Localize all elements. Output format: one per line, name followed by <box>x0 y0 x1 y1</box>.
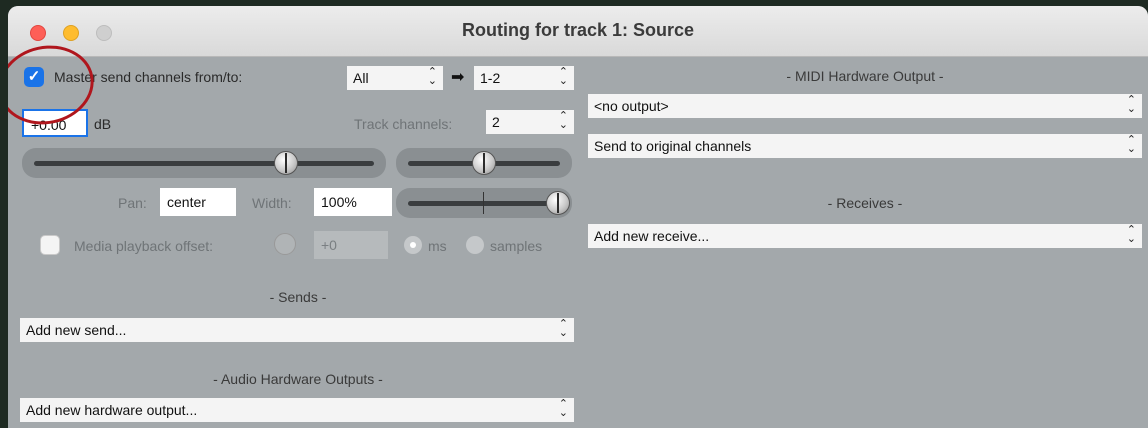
midi-hw-output-header: - MIDI Hardware Output - <box>786 68 944 84</box>
master-send-from-select[interactable]: All ⌃ ⌄ <box>347 66 443 90</box>
routing-window: Routing for track 1: Source ✓ Master sen… <box>8 6 1148 428</box>
add-send-value: Add new send... <box>26 322 127 338</box>
updown-chevron-icon: ⌃ ⌄ <box>558 318 568 339</box>
midi-channels-select[interactable]: Send to original channels ⌃ ⌄ <box>588 134 1142 158</box>
volume-fader-knob[interactable] <box>274 151 298 175</box>
samples-radio[interactable] <box>466 236 484 254</box>
updown-chevron-icon: ⌃ ⌄ <box>558 398 568 419</box>
pan-field[interactable]: center <box>160 188 236 216</box>
midi-output-select[interactable]: <no output> ⌃ ⌄ <box>588 94 1142 118</box>
ms-label: ms <box>428 238 447 254</box>
width-fader[interactable] <box>396 188 572 218</box>
master-send-to-select[interactable]: 1-2 ⌃ ⌄ <box>474 66 574 90</box>
arrow-right-icon: ➡ <box>451 69 465 86</box>
updown-chevron-icon: ⌃ ⌄ <box>558 110 568 131</box>
width-label: Width: <box>252 195 292 211</box>
add-receive-value: Add new receive... <box>594 228 710 244</box>
receives-header: - Receives - <box>827 195 903 211</box>
add-send-select[interactable]: Add new send... ⌃ ⌄ <box>20 318 574 342</box>
midi-output-value: <no output> <box>594 98 669 114</box>
updown-chevron-icon: ⌃ ⌄ <box>1126 134 1136 155</box>
track-channels-select[interactable]: 2 ⌃ ⌄ <box>486 110 574 134</box>
width-center-tick <box>483 192 484 214</box>
add-hw-output-value: Add new hardware output... <box>26 402 198 418</box>
track-channels-label: Track channels: <box>354 116 453 132</box>
midi-channels-value: Send to original channels <box>594 138 752 154</box>
volume-fader[interactable] <box>22 148 386 178</box>
media-offset-checkbox[interactable] <box>40 235 60 255</box>
ms-radio[interactable] <box>404 236 422 254</box>
media-offset-label: Media playback offset: <box>74 238 214 254</box>
pan-fader[interactable] <box>396 148 572 178</box>
samples-label: samples <box>490 238 543 254</box>
sends-header: - Sends - <box>269 289 327 305</box>
volume-unit: dB <box>94 116 112 132</box>
master-send-from-value: All <box>353 70 369 86</box>
window-title: Routing for track 1: Source <box>461 20 695 40</box>
width-field[interactable]: 100% <box>314 188 392 216</box>
track-channels-value: 2 <box>492 114 500 130</box>
pan-label: Pan: <box>118 195 147 211</box>
audio-hw-outputs-header: - Audio Hardware Outputs - <box>213 371 383 387</box>
updown-chevron-icon: ⌃ ⌄ <box>427 66 437 87</box>
pan-fader-knob[interactable] <box>472 151 496 175</box>
title-bar: Routing for track 1: Source <box>8 6 1148 57</box>
master-send-to-value: 1-2 <box>480 70 501 86</box>
updown-chevron-icon: ⌃ ⌄ <box>1126 94 1136 115</box>
add-hw-output-select[interactable]: Add new hardware output... ⌃ ⌄ <box>20 398 574 422</box>
add-receive-select[interactable]: Add new receive... ⌃ ⌄ <box>588 224 1142 248</box>
updown-chevron-icon: ⌃ ⌄ <box>1126 224 1136 245</box>
width-fader-knob[interactable] <box>546 191 570 215</box>
updown-chevron-icon: ⌃ ⌄ <box>558 66 568 87</box>
offset-dial-knob[interactable] <box>274 233 296 255</box>
media-offset-field[interactable]: +0 <box>314 231 388 259</box>
